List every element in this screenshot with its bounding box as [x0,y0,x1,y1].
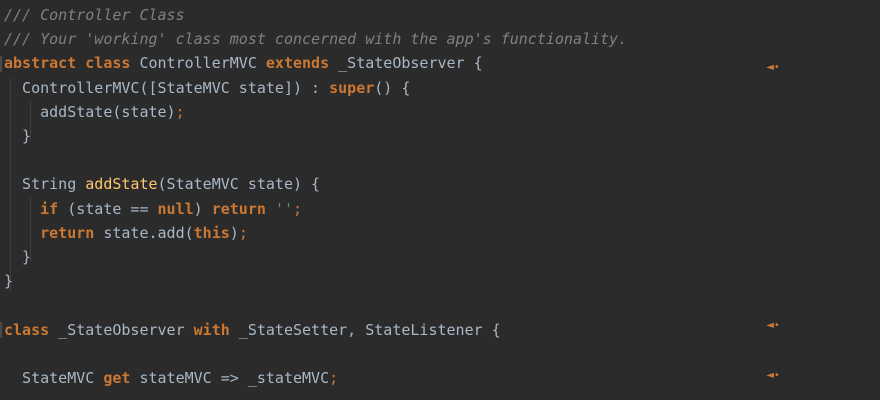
code-token-text: StateMVC [4,369,104,387]
code-token-text: () { [374,78,411,97]
code-token-keyword: with [193,320,230,339]
override-marker-icon[interactable]: ◄• [766,371,780,381]
code-line[interactable] [4,148,764,172]
code-line[interactable]: /// Controller Class [4,3,764,27]
code-token-text: _StateObserver [49,320,194,339]
code-token-text: ControllerMVC([StateMVC state]) : [4,78,330,97]
fold-marker[interactable] [0,322,2,338]
code-token-text: (StateMVC state) { [157,175,321,194]
code-token-keyword: return [211,199,266,218]
code-token-keyword: this [193,223,230,242]
code-token-keyword: extends [265,54,330,73]
code-token-semi: ; [293,199,303,218]
code-line[interactable] [4,293,764,317]
code-line[interactable]: StateMVC get stateMVC => _stateMVC; [4,366,764,390]
code-line[interactable]: addState(state); [4,100,764,124]
override-marker-icon[interactable]: ◄• [766,63,780,73]
code-token-text: String [4,175,86,194]
code-token-keyword: class [4,320,50,339]
code-line[interactable]: String addState(StateMVC state) { [4,172,764,196]
code-token-text: ) [229,223,239,242]
code-line[interactable]: } [4,245,764,269]
code-token-keyword: if [40,199,59,218]
code-line[interactable] [4,342,764,366]
code-token-keyword: get [103,369,131,387]
fold-marker[interactable] [0,56,2,72]
code-token-semi: ; [175,102,185,121]
code-line[interactable]: ControllerMVC([StateMVC state]) : super(… [4,76,764,100]
code-token-semi: ; [329,369,339,387]
code-editor[interactable]: /// Controller Class /// Your 'working' c… [0,0,880,400]
code-token-keyword: null [157,199,194,218]
code-token-comment: /// Your 'working' class most concerned … [4,30,628,49]
code-token-semi: ; [238,223,248,242]
code-line[interactable]: class _StateObserver with _StateSetter, … [4,318,764,342]
code-token-text: ) [193,199,212,218]
code-line[interactable]: } [4,269,764,293]
code-token-keyword: class [85,54,131,73]
code-token-text: addState(state) [4,102,176,121]
code-token-text: (state == [58,199,158,218]
code-token-text: _StateObserver { [329,54,483,73]
override-marker-icon[interactable]: ◄• [766,321,780,331]
code-token-method: addState [85,175,158,194]
code-token-keyword: super [329,78,375,97]
code-token-text: } [4,127,32,145]
code-token-comment: /// Controller Class [4,6,185,24]
code-token-text: } [4,272,14,291]
code-line[interactable]: return state.add(this); [4,221,764,245]
code-token-text: } [4,248,32,266]
code-line[interactable]: abstract class ControllerMVC extends _St… [4,51,764,75]
code-line[interactable]: if (state == null) return ''; [4,197,764,221]
code-token-text: state.add( [94,223,194,242]
code-token-keyword: return [40,223,95,242]
code-token-string: '' [274,199,293,218]
code-token-text: ControllerMVC [130,54,266,73]
code-token-text: stateMVC => _stateMVC [130,369,330,387]
code-token-text: _StateSetter, StateListener { [229,320,501,339]
code-line[interactable]: } [4,124,764,148]
code-token-keyword: abstract [4,54,77,73]
code-line[interactable]: /// Your 'working' class most concerned … [4,27,764,51]
